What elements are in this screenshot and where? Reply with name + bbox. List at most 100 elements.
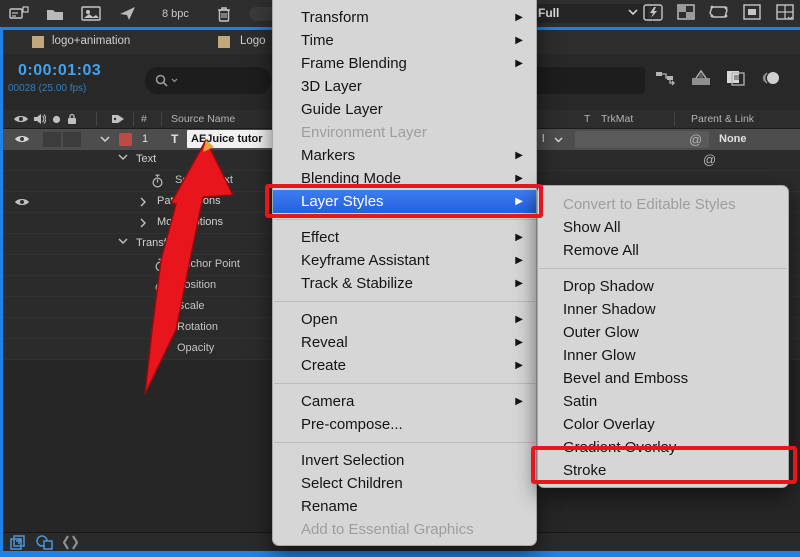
parent-pickwhip-icon[interactable]: @ [689, 132, 702, 147]
menu-item-open[interactable]: Open [273, 308, 536, 331]
timeline-search-input[interactable] [145, 67, 271, 94]
expand-layer-switches-icon[interactable] [10, 535, 27, 550]
motion-blur-icon[interactable] [760, 68, 782, 88]
submenu-item-show-all[interactable]: Show All [538, 216, 788, 239]
stopwatch-icon[interactable] [151, 174, 164, 188]
submenu-item-inner-glow[interactable]: Inner Glow [538, 344, 788, 367]
layer-index: 1 [142, 133, 148, 145]
submenu-item-convert-to-editable-styles: Convert to Editable Styles [538, 193, 788, 216]
menu-item-markers[interactable]: Markers [273, 144, 536, 167]
submenu-item-inner-shadow[interactable]: Inner Shadow [538, 298, 788, 321]
current-timecode[interactable]: 0:00:01:03 [18, 62, 101, 80]
mask-icon[interactable] [708, 2, 730, 22]
annotation-box-layer-styles [265, 184, 543, 218]
fast-previews-icon[interactable] [642, 2, 664, 22]
blend-mode-dropdown[interactable]: l [542, 133, 544, 145]
audio-cell[interactable] [43, 132, 61, 147]
timeline-toggle-icons [655, 68, 782, 88]
menu-separator [274, 301, 535, 302]
stopwatch-icon[interactable] [154, 258, 167, 272]
lock-column-icon[interactable] [66, 113, 78, 125]
menu-item-transform[interactable]: Transform [273, 6, 536, 29]
parent-link-column[interactable]: Parent & Link [691, 113, 754, 125]
stopwatch-icon[interactable] [154, 300, 167, 314]
label-column-icon[interactable] [111, 113, 125, 125]
submenu-item-drop-shadow[interactable]: Drop Shadow [538, 275, 788, 298]
region-of-interest-icon[interactable] [741, 2, 763, 22]
submenu-item-bevel-and-emboss[interactable]: Bevel and Emboss [538, 367, 788, 390]
layer-label-color[interactable] [119, 133, 132, 146]
stopwatch-icon[interactable] [154, 342, 167, 356]
bit-depth-button[interactable]: 8 bpc [152, 8, 199, 20]
panel-border-bottom [0, 551, 800, 557]
trkmat-t-column[interactable]: T [584, 113, 590, 125]
layer-expand-chevron-icon[interactable] [100, 136, 110, 143]
lock-cell[interactable] [63, 132, 81, 147]
text-layer-type-badge: T [171, 132, 178, 146]
menu-item-pre-compose[interactable]: Pre-compose... [273, 413, 536, 436]
menu-item-invert-selection[interactable]: Invert Selection [273, 449, 536, 472]
menu-item-create[interactable]: Create [273, 354, 536, 377]
solo-column-icon[interactable] [52, 115, 61, 124]
eye-column-icon[interactable] [13, 114, 29, 124]
resolution-dropdown[interactable]: Full [520, 4, 648, 23]
menu-item-effect[interactable]: Effect [273, 226, 536, 249]
after-effects-window: 8 bpc Full logo+animation [0, 0, 800, 557]
menu-item-3d-layer[interactable]: 3D Layer [273, 75, 536, 98]
folder-icon[interactable] [44, 4, 66, 24]
transparency-grid-icon[interactable] [675, 2, 697, 22]
tab-logo-animation[interactable]: logo+animation [52, 35, 130, 47]
menu-item-time[interactable]: Time [273, 29, 536, 52]
layer-context-menu: Transform Time Frame Blending 3D Layer G… [272, 0, 537, 546]
parent-dropdown[interactable]: None [719, 133, 747, 145]
chevron-down-icon [171, 78, 178, 83]
menu-item-frame-blending[interactable]: Frame Blending [273, 52, 536, 75]
eye-icon[interactable] [14, 197, 30, 207]
frame-info: 00028 (25.00 fps) [8, 83, 86, 94]
trash-icon[interactable] [213, 4, 235, 24]
menu-item-guide-layer[interactable]: Guide Layer [273, 98, 536, 121]
stopwatch-icon[interactable] [154, 279, 167, 293]
audio-column-icon[interactable] [33, 113, 46, 125]
grid-overlay-icon[interactable] [774, 2, 796, 22]
chevron-right-icon[interactable] [140, 218, 147, 228]
menu-item-reveal[interactable]: Reveal [273, 331, 536, 354]
menu-item-keyframe-assistant[interactable]: Keyframe Assistant [273, 249, 536, 272]
chevron-down-icon[interactable] [118, 154, 128, 161]
footage-icon[interactable] [80, 4, 102, 24]
menu-item-camera[interactable]: Camera [273, 390, 536, 413]
pickwhip-icon[interactable]: @ [703, 152, 716, 167]
source-name-column[interactable]: Source Name [171, 113, 235, 125]
chevron-down-icon[interactable] [554, 137, 563, 143]
tab-logo[interactable]: Logo [240, 35, 266, 47]
in-out-stretch-icon[interactable] [63, 535, 78, 550]
menu-separator [539, 268, 787, 269]
layer-styles-submenu: Convert to Editable Styles Show All Remo… [537, 185, 789, 488]
chevron-down-icon[interactable] [118, 238, 128, 245]
annotation-box-stroke [531, 446, 797, 484]
submenu-item-satin[interactable]: Satin [538, 390, 788, 413]
menu-item-select-children[interactable]: Select Children [273, 472, 536, 495]
stopwatch-icon[interactable] [154, 321, 167, 335]
draft-3d-icon[interactable] [690, 68, 712, 88]
layer-visibility-eye-icon[interactable] [14, 134, 30, 144]
send-icon[interactable] [116, 4, 138, 24]
menu-item-rename[interactable]: Rename [273, 495, 536, 518]
chevron-down-icon [628, 9, 638, 16]
menu-separator [274, 383, 535, 384]
composition-mini-flowchart-icon[interactable] [655, 68, 677, 88]
project-flowchart-icon[interactable] [8, 4, 30, 24]
menu-item-track-stabilize[interactable]: Track & Stabilize [273, 272, 536, 295]
frame-blending-icon[interactable] [725, 68, 747, 88]
submenu-item-color-overlay[interactable]: Color Overlay [538, 413, 788, 436]
viewer-toolbar-icons [642, 2, 796, 22]
menu-separator [274, 219, 535, 220]
search-icon [155, 74, 168, 87]
trkmat-column[interactable]: TrkMat [601, 113, 633, 125]
submenu-item-outer-glow[interactable]: Outer Glow [538, 321, 788, 344]
layer-number-column[interactable]: # [141, 113, 147, 125]
submenu-item-remove-all[interactable]: Remove All [538, 239, 788, 262]
transfer-controls-icon[interactable] [36, 535, 54, 550]
chevron-right-icon[interactable] [140, 197, 147, 207]
layer-name-input[interactable]: AEJuice tutor [187, 130, 275, 148]
